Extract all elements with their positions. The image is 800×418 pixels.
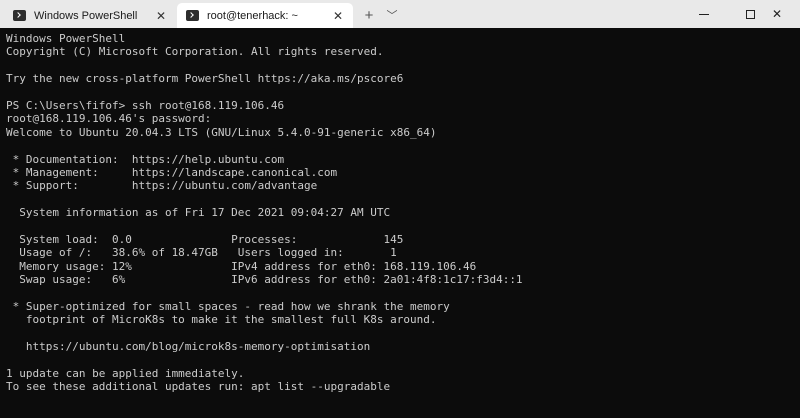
terminal-line: * Super-optimized for small spaces - rea… [6, 299, 450, 313]
tab-label: root@tenerhack: ~ [207, 9, 298, 22]
close-window-button[interactable]: ✕ [754, 0, 800, 28]
minimize-button[interactable] [681, 0, 727, 28]
terminal-line: PS C:\Users\fifof> ssh root@168.119.106.… [6, 98, 285, 112]
close-tab-icon[interactable]: ✕ [329, 7, 347, 25]
new-tab-button[interactable]: + [358, 4, 380, 26]
terminal-line: Welcome to Ubuntu 20.04.3 LTS (GNU/Linux… [6, 125, 437, 139]
terminal-line: Copyright (C) Microsoft Corporation. All… [6, 45, 384, 59]
terminal-icon [186, 10, 199, 21]
terminal-line: * Management: https://landscape.canonica… [6, 165, 338, 179]
terminal-line: To see these additional updates run: apt… [6, 380, 391, 394]
tab-root-tenerhack[interactable]: root@tenerhack: ~ ✕ [177, 3, 353, 28]
terminal-line: root@168.119.106.46's password: [6, 112, 212, 126]
minimize-icon [699, 13, 709, 15]
title-bar: Windows PowerShell ✕ root@tenerhack: ~ ✕… [0, 0, 800, 28]
terminal-line: https://ubuntu.com/blog/microk8s-memory-… [6, 339, 371, 353]
tab-windows-powershell[interactable]: Windows PowerShell ✕ [4, 3, 176, 28]
terminal-line: * Support: https://ubuntu.com/advantage [6, 179, 318, 193]
terminal-line: Try the new cross-platform PowerShell ht… [6, 72, 404, 86]
powershell-icon [13, 10, 26, 21]
terminal-line: Usage of /: 38.6% of 18.47GB Users logge… [6, 246, 397, 260]
close-tab-icon[interactable]: ✕ [152, 7, 170, 25]
chevron-down-icon[interactable]: ﹀ [381, 4, 403, 26]
tab-label: Windows PowerShell [34, 9, 138, 22]
terminal-output[interactable]: Windows PowerShell Copyright (C) Microsof… [0, 28, 800, 418]
terminal-line: footprint of MicroK8s to make it the sma… [6, 313, 437, 327]
terminal-line: 1 update can be applied immediately. [6, 366, 245, 380]
terminal-line: System load: 0.0 Processes: 145 [6, 232, 404, 246]
terminal-line: * Documentation: https://help.ubuntu.com [6, 152, 285, 166]
terminal-line: Windows PowerShell [6, 32, 126, 45]
terminal-line: Swap usage: 6% IPv6 address for eth0: 2a… [6, 273, 523, 287]
terminal-line: System information as of Fri 17 Dec 2021… [6, 206, 391, 220]
terminal-line: Memory usage: 12% IPv4 address for eth0:… [6, 259, 477, 273]
